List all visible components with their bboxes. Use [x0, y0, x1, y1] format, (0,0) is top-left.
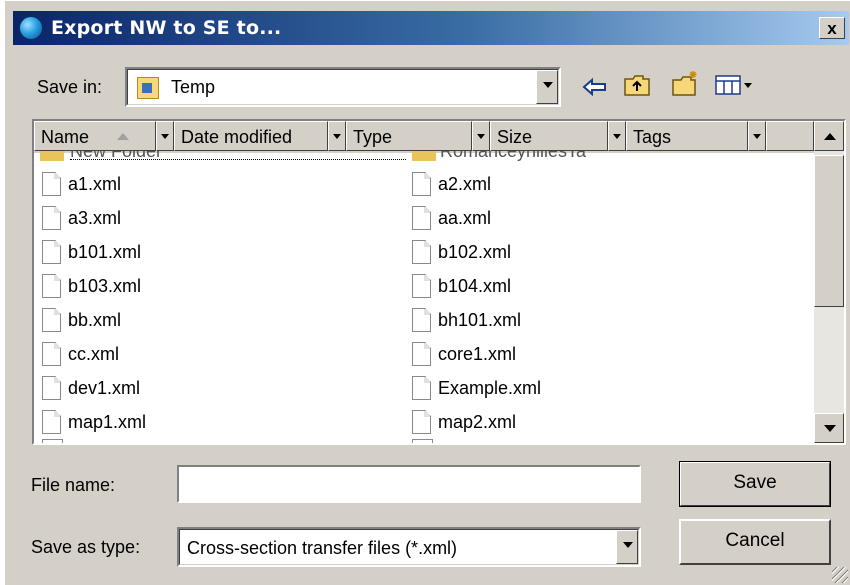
scrollbar-thumb[interactable]: [814, 155, 844, 307]
file-name-input[interactable]: [177, 465, 641, 503]
column-tags[interactable]: Tags: [626, 121, 748, 151]
dialog-title: Export NW to SE to...: [51, 17, 282, 39]
save-in-value: Temp: [171, 77, 216, 97]
file-name: b103.xml: [68, 276, 142, 296]
file-name: map2.xml: [438, 412, 517, 432]
scroll-down-button[interactable]: [814, 413, 844, 443]
save-in-label: Save in:: [37, 77, 103, 97]
file-icon: [412, 308, 431, 332]
save-as-type-combobox[interactable]: Cross-section transfer files (*.xml): [177, 527, 641, 567]
file-icon: [42, 410, 61, 434]
new-folder-icon[interactable]: [671, 69, 699, 97]
folder-icon: [412, 151, 436, 161]
file-icon: [412, 240, 431, 264]
save-button[interactable]: Save: [679, 461, 831, 507]
file-name: dev1.xml: [68, 378, 141, 398]
file-name: aa.xml: [438, 208, 492, 228]
name-filter-dropdown[interactable]: [156, 121, 174, 151]
file-name: Example.xml: [438, 378, 542, 398]
column-header: Name Date modified Type Size Tags: [34, 121, 814, 153]
file-icon: [42, 172, 61, 196]
file-icon: [42, 206, 61, 230]
file-name: a2.xml: [438, 174, 492, 194]
app-globe-icon: [19, 16, 43, 40]
view-menu-icon[interactable]: [713, 71, 757, 99]
file-icon: [42, 376, 61, 400]
file-name: a1.xml: [68, 174, 122, 194]
up-folder-icon[interactable]: [623, 71, 651, 99]
cancel-button[interactable]: Cancel: [679, 519, 831, 565]
column-size[interactable]: Size: [490, 121, 608, 151]
folder-icon: [137, 77, 159, 99]
file-name: b102.xml: [438, 242, 512, 262]
close-button[interactable]: x: [819, 17, 845, 39]
file-name: b104.xml: [438, 276, 512, 296]
file-icon: [42, 308, 61, 332]
column-tags-label: Tags: [633, 127, 672, 147]
sort-ascending-icon: [117, 133, 129, 140]
file-name: map1.xml: [68, 412, 147, 432]
file-list-view[interactable]: Name Date modified Type Size Tags New Fo…: [32, 119, 846, 445]
folder-icon: [40, 151, 64, 161]
column-date-label: Date modified: [181, 127, 293, 147]
file-name: a3.xml: [68, 208, 122, 228]
size-filter-dropdown[interactable]: [608, 121, 626, 151]
file-name: bh101.xml: [438, 310, 522, 330]
file-icon: [412, 410, 431, 434]
scroll-up-button[interactable]: [814, 121, 844, 151]
back-arrow-icon[interactable]: [581, 73, 609, 101]
file-icon: [412, 376, 431, 400]
save-in-combobox[interactable]: Temp: [125, 67, 561, 107]
save-as-type-label: Save as type:: [31, 537, 141, 557]
tags-filter-dropdown[interactable]: [748, 121, 766, 151]
file-icon: [412, 274, 431, 298]
file-icon: [412, 206, 431, 230]
file-name: bb.xml: [68, 310, 122, 330]
type-filter-dropdown[interactable]: [472, 121, 490, 151]
resize-grip[interactable]: [832, 567, 848, 583]
file-icon: [412, 439, 433, 443]
file-name: cc.xml: [68, 344, 119, 364]
file-icon: [42, 342, 61, 366]
column-type[interactable]: Type: [346, 121, 472, 151]
vertical-scrollbar[interactable]: [814, 121, 844, 443]
column-name[interactable]: Name: [34, 121, 156, 151]
save-as-type-dropdown-button[interactable]: [616, 530, 638, 564]
save-as-type-value: Cross-section transfer files (*.xml): [187, 538, 458, 558]
column-name-label: Name: [41, 127, 90, 147]
date-filter-dropdown[interactable]: [328, 121, 346, 151]
file-name: b101.xml: [68, 242, 142, 262]
file-name-label: File name:: [31, 475, 116, 495]
export-dialog: Export NW to SE to... x Save in: Temp Na…: [4, 0, 850, 585]
file-icon: [42, 439, 63, 443]
file-name: core1.xml: [438, 344, 517, 364]
file-icon: [412, 342, 431, 366]
title-bar: Export NW to SE to... x: [13, 11, 849, 45]
column-filler: [766, 121, 814, 151]
column-date-modified[interactable]: Date modified: [174, 121, 328, 151]
column-size-label: Size: [497, 127, 533, 147]
file-icon: [412, 172, 431, 196]
partial-item-right[interactable]: RomanceyhillesTa: [440, 151, 586, 160]
focus-outline: [70, 159, 406, 160]
save-in-dropdown-button[interactable]: [536, 70, 558, 104]
column-type-label: Type: [353, 127, 393, 147]
file-icon: [42, 274, 61, 298]
file-icon: [42, 240, 61, 264]
